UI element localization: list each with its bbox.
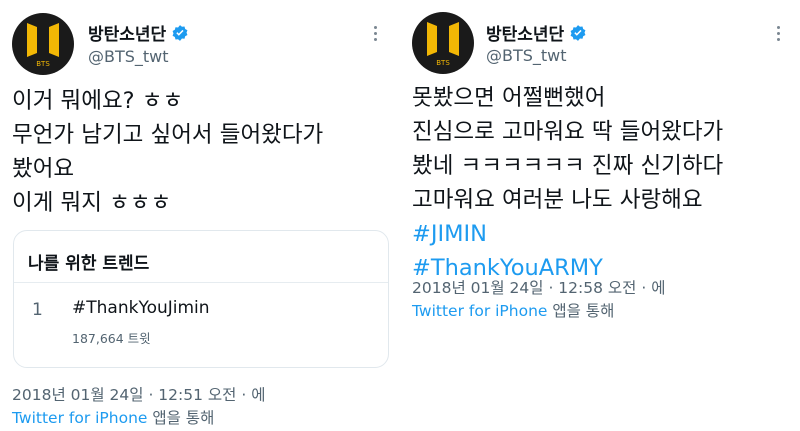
source-line: Twitter for iPhone 앱을 통해 [12,406,214,428]
avatar[interactable]: BTS [412,12,474,74]
logo-text: BTS [436,59,450,67]
trend-card-header: 나를 위한 트렌드 [14,231,388,283]
more-options-icon[interactable] [374,26,380,41]
source-suffix: 앱을 통해 [147,409,215,427]
tweet-line: 못봤으면 어쩔뻔했어 [412,85,606,111]
name-row: 방탄소년단 [88,20,189,45]
bts-logo-icon: BTS [27,23,59,68]
tweet-line: 이게 뭐지 ㅎㅎㅎ [12,190,172,216]
source-line: Twitter for iPhone 앱을 통해 [412,299,614,321]
tweet-line: 진심으로 고마워요 딱 들어왔다가 [412,119,724,145]
timestamp[interactable]: 2018년 01월 24일 · 12:58 오전 · 에 [412,276,665,298]
hashtag-link[interactable]: #JIMIN [412,217,723,251]
handle[interactable]: @BTS_twt [88,47,169,66]
logo-text: BTS [36,60,50,68]
verified-badge-icon [569,24,587,42]
trend-rank: 1 [32,300,43,320]
source-app-link[interactable]: Twitter for iPhone [412,302,547,320]
tweet-right: BTS 방탄소년단 @BTS_twt 못봤으면 어쩔뻔했어 진심으로 고마워요 … [400,0,800,431]
timestamp[interactable]: 2018년 01월 24일 · 12:51 오전 · 에 [12,383,265,405]
tweet-text: 못봤으면 어쩔뻔했어 진심으로 고마워요 딱 들어왔다가 봤네 ㅋㅋㅋㅋㅋㅋ 진… [412,81,723,285]
tweet-line: 봤어요 [12,156,75,182]
tweet-line: 봤네 ㅋㅋㅋㅋㅋㅋ 진짜 신기하다 [412,153,724,179]
display-name[interactable]: 방탄소년단 [88,20,166,45]
tweet-line: 고마워요 여러분 나도 사랑해요 [412,187,703,213]
trend-item[interactable]: 1 #ThankYouJimin 187,664 트윗 [14,283,388,367]
tweet-left: BTS 방탄소년단 @BTS_twt 이거 뭐에요? ㅎㅎ 무언가 남기고 싶어… [0,0,400,431]
bts-logo-icon: BTS [427,22,459,67]
source-suffix: 앱을 통해 [547,302,615,320]
handle[interactable]: @BTS_twt [486,46,567,65]
tweet-line: 이거 뭐에요? ㅎㅎ [12,88,184,114]
avatar[interactable]: BTS [12,13,74,75]
tweet-line: 무언가 남기고 싶어서 들어왔다가 [12,122,324,148]
trend-card[interactable]: 나를 위한 트렌드 1 #ThankYouJimin 187,664 트윗 [13,230,389,368]
display-name[interactable]: 방탄소년단 [486,20,564,45]
name-row: 방탄소년단 [486,20,587,45]
trend-hashtag[interactable]: #ThankYouJimin [72,298,210,318]
trend-count: 187,664 트윗 [72,331,151,346]
tweet-text: 이거 뭐에요? ㅎㅎ 무언가 남기고 싶어서 들어왔다가 봤어요 이게 뭐지 ㅎ… [12,84,323,220]
verified-badge-icon [171,24,189,42]
source-app-link[interactable]: Twitter for iPhone [12,409,147,427]
more-options-icon[interactable] [777,26,783,41]
